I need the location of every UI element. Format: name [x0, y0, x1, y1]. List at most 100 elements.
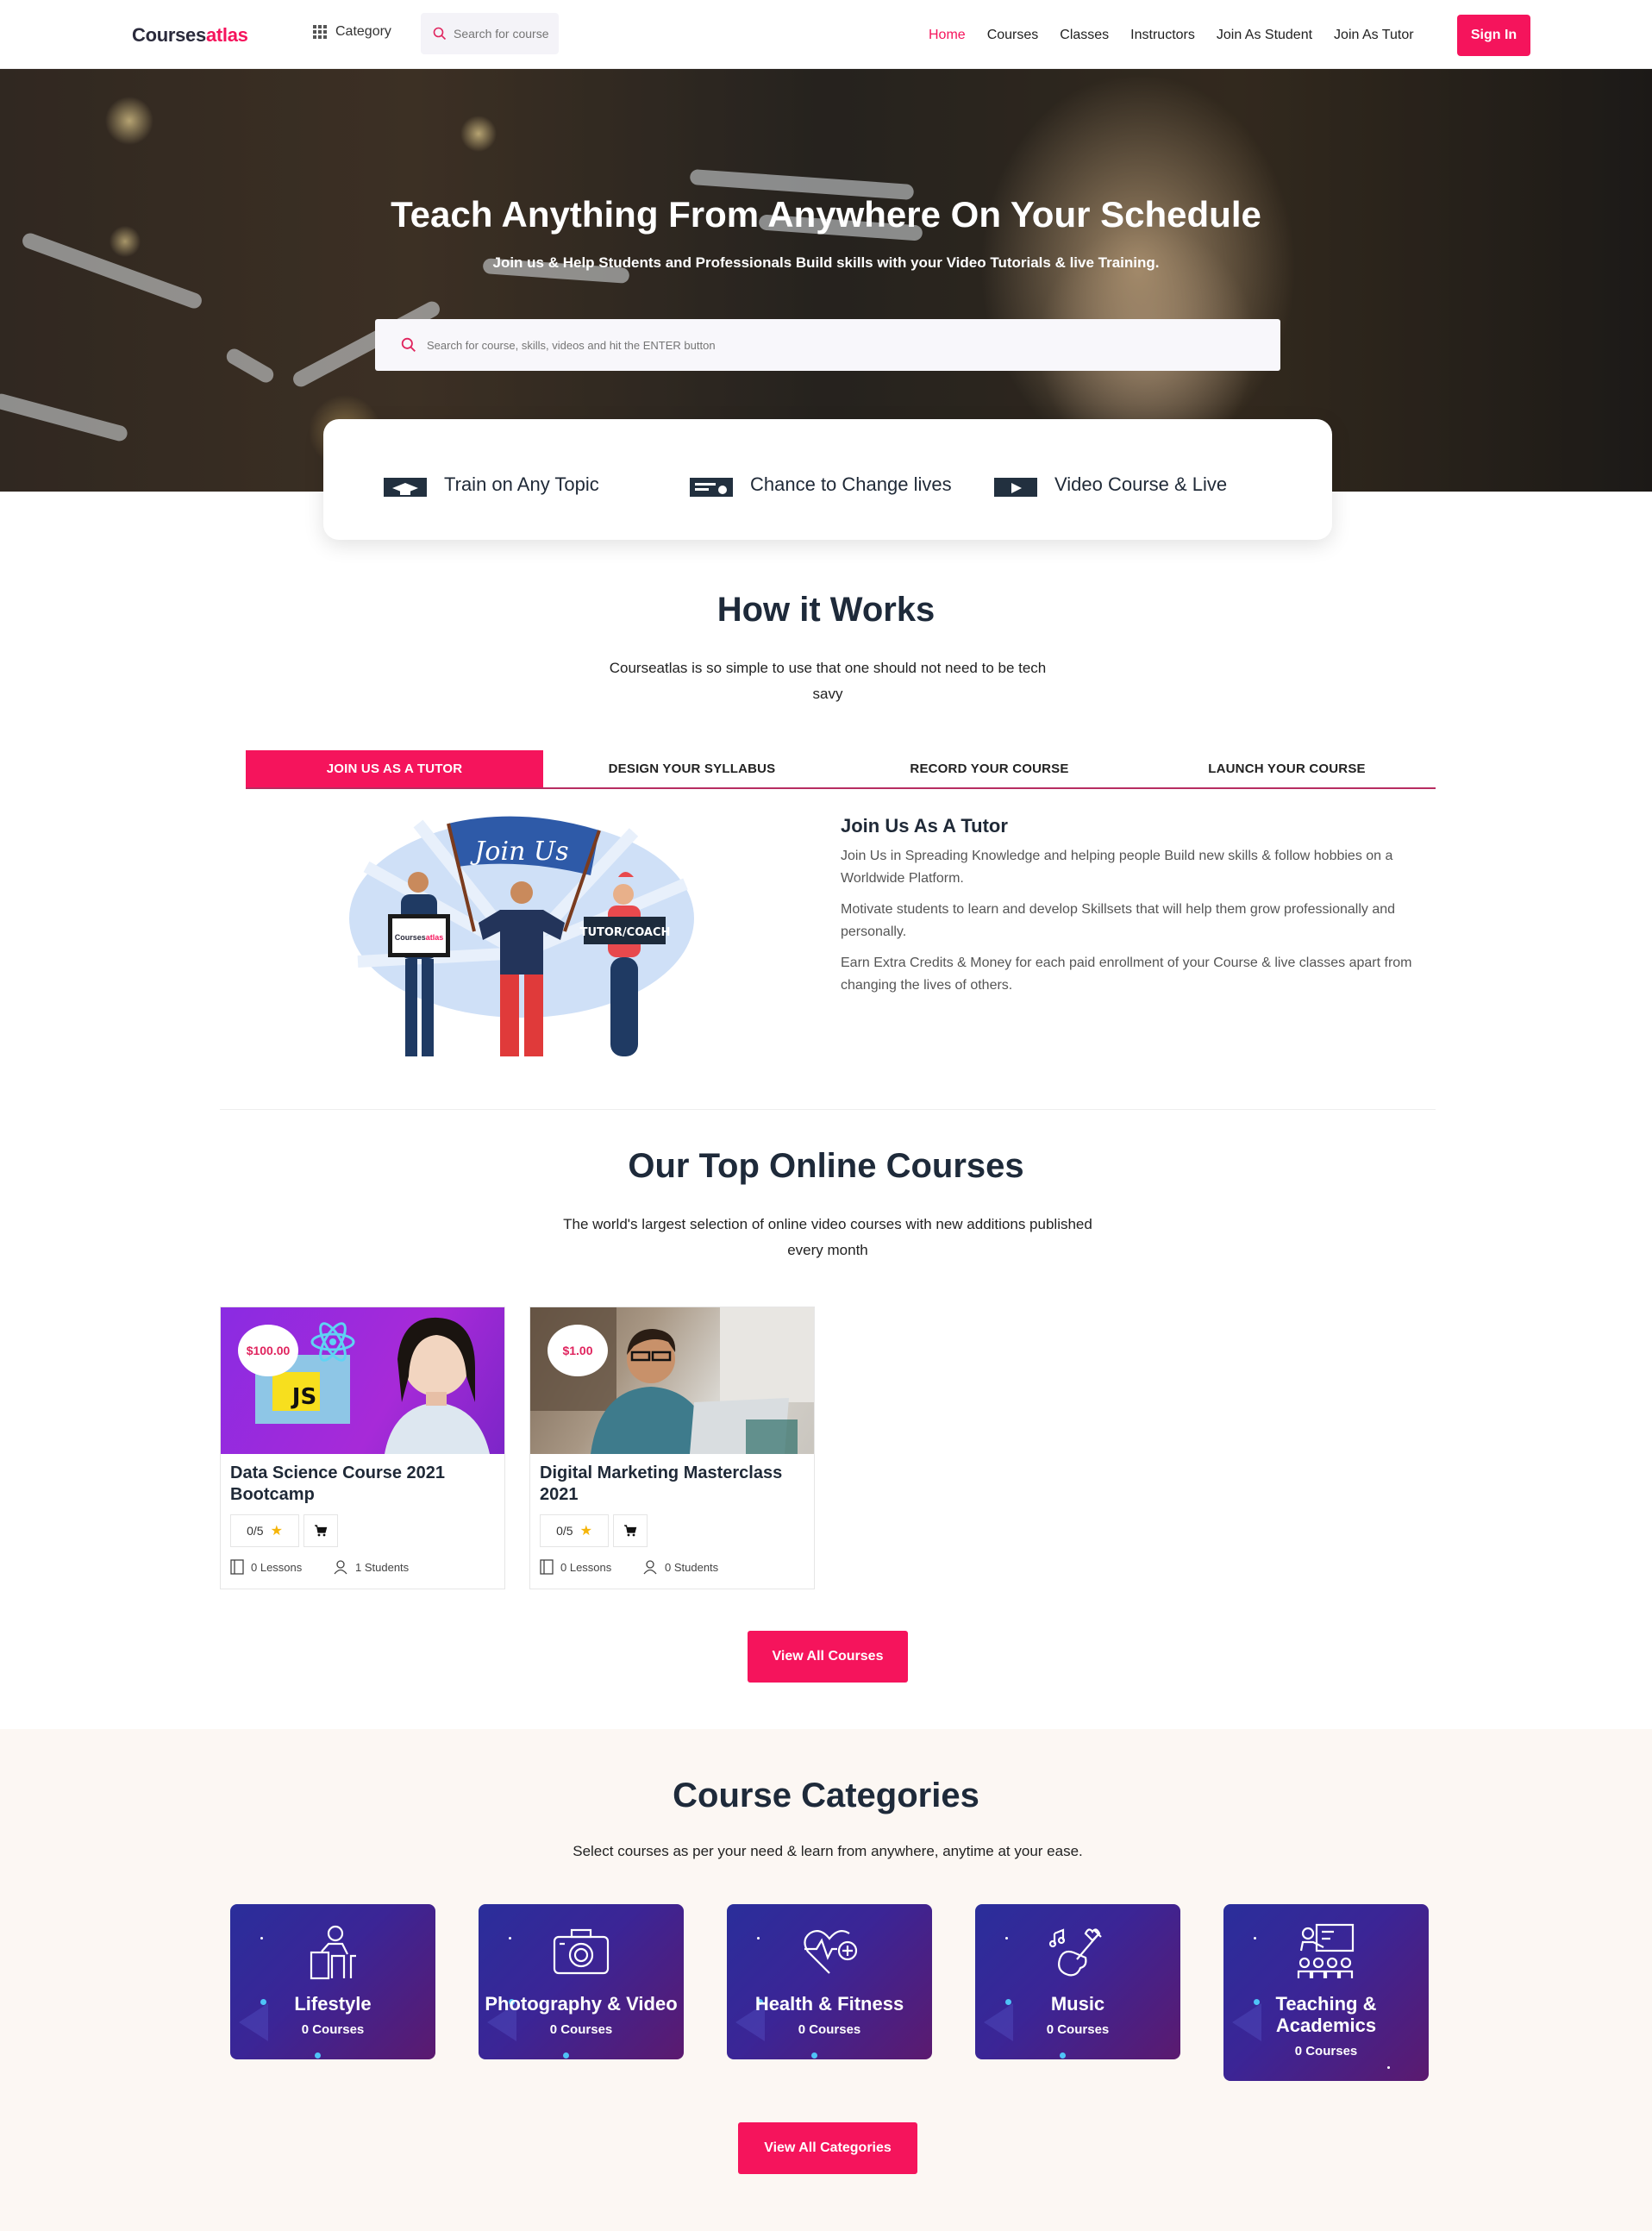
category-name-line: Academics [1275, 2015, 1377, 2036]
lessons-label: 0 Lessons [560, 1560, 612, 1574]
tab-join-as-tutor[interactable]: JOIN US AS A TUTOR [246, 750, 543, 787]
hero-search-box [375, 319, 1280, 371]
tab-design-syllabus[interactable]: DESIGN YOUR SYLLABUS [543, 750, 841, 787]
subtitle-line: every month [787, 1242, 868, 1258]
tutor-coach-sign-text: TUTOR/COACH [580, 926, 671, 939]
logo-text-main: Courses [132, 24, 206, 46]
category-label: Category [335, 24, 391, 39]
nav-link-instructors[interactable]: Instructors [1130, 28, 1195, 43]
decor-light-bar [0, 392, 129, 443]
add-to-cart-button[interactable] [303, 1514, 338, 1547]
user-icon [334, 1560, 347, 1575]
top-navbar: Coursesatlas Category Home Courses Class… [0, 0, 1652, 69]
tab-content-paragraph: Earn Extra Credits & Money for each paid… [841, 956, 1412, 993]
laptop-logo-text: Coursesatlas [395, 933, 444, 942]
course-rating: 0/5 ★ [230, 1514, 299, 1547]
category-count: 0 Courses [798, 2022, 861, 2037]
sign-in-button[interactable]: Sign In [1457, 15, 1530, 56]
laptop-logo-accent: atlas [426, 933, 444, 942]
decor-dot [811, 2052, 817, 2059]
students-label: 0 Students [665, 1560, 719, 1574]
book-icon [230, 1559, 244, 1575]
tab-record-course[interactable]: RECORD YOUR COURSE [841, 750, 1138, 787]
user-icon [643, 1560, 657, 1575]
category-name: Health & Fitness [754, 1993, 904, 2015]
main-nav: Home Courses Classes Instructors Join As… [929, 28, 1436, 43]
category-card-teaching-academics[interactable]: Teaching & Academics 0 Courses [1223, 1904, 1429, 2081]
js-badge-text: JS [291, 1384, 316, 1410]
category-count: 0 Courses [1046, 2022, 1110, 2037]
hero-search-input[interactable] [427, 338, 1203, 352]
logo-text-accent: atlas [205, 24, 248, 46]
tab-content-title: Join Us As A Tutor [841, 815, 1008, 837]
hero-subtitle: Join us & Help Students and Professional… [492, 254, 1160, 271]
add-to-cart-button[interactable] [613, 1514, 648, 1547]
heart-pulse-icon [804, 1929, 858, 1974]
students-count: 0 Students [642, 1559, 718, 1575]
category-dropdown[interactable]: Category [313, 24, 391, 40]
how-it-works-title: How it Works [716, 591, 936, 629]
decor-dot [1254, 1937, 1256, 1940]
how-it-works-tabs: JOIN US AS A TUTOR DESIGN YOUR SYLLABUS … [246, 750, 1436, 789]
book-icon [540, 1559, 554, 1575]
nav-link-join-student[interactable]: Join As Student [1217, 28, 1312, 43]
price-badge: $100.00 [238, 1325, 298, 1376]
cart-icon [315, 1525, 328, 1537]
category-name: Lifestyle [294, 1993, 372, 2015]
decor-dot [563, 2052, 569, 2059]
category-card-music[interactable]: Music 0 Courses [975, 1904, 1180, 2059]
category-card-health-fitness[interactable]: Health & Fitness 0 Courses [727, 1904, 932, 2059]
hero-title: Teach Anything From Anywhere On Your Sch… [391, 194, 1261, 235]
top-courses-title: Our Top Online Courses [628, 1147, 1024, 1185]
navbar-search-input[interactable] [454, 27, 548, 41]
tab-launch-course[interactable]: LAUNCH YOUR COURSE [1138, 750, 1436, 787]
category-name: Photography & Video [485, 1993, 678, 2015]
nav-link-home[interactable]: Home [929, 28, 966, 43]
rating-value: 0/5 [247, 1524, 264, 1538]
search-icon [433, 27, 447, 41]
course-card[interactable]: JS $100.00 Data Science Course 2021 Boot… [220, 1307, 505, 1589]
feature-item: Train on Any Topic [384, 473, 599, 497]
course-title[interactable]: Digital Marketing Masterclass 2021 [540, 1463, 798, 1506]
decor-dot [1060, 2052, 1066, 2059]
category-name-line: Teaching & [1275, 1993, 1377, 2015]
nav-link-classes[interactable]: Classes [1060, 28, 1109, 43]
category-count: 0 Courses [549, 2022, 613, 2037]
course-rating: 0/5 ★ [540, 1514, 609, 1547]
decor-dot [315, 2052, 321, 2059]
rating-value: 0/5 [556, 1524, 573, 1538]
decor-dot [1005, 1937, 1008, 1940]
price-badge: $1.00 [548, 1325, 608, 1376]
view-all-courses-button[interactable]: View All Courses [748, 1631, 908, 1683]
category-card-photography-video[interactable]: Photography & Video 0 Courses [479, 1904, 684, 2059]
students-count: 1 Students [333, 1559, 409, 1575]
feature-label: Train on Any Topic [444, 473, 599, 495]
feature-label: Video Course & Live [1054, 473, 1228, 495]
nav-link-join-tutor[interactable]: Join As Tutor [1334, 28, 1414, 43]
subtitle-line: Courseatlas is so simple to use that one… [609, 660, 1047, 676]
feature-label: Chance to Change lives [750, 473, 952, 495]
grid-icon [313, 25, 327, 39]
lessons-count: 0 Lessons [540, 1559, 611, 1575]
teacher-board-icon [1297, 1923, 1355, 1978]
feature-item: Video Course & Live [994, 473, 1227, 497]
course-title[interactable]: Data Science Course 2021 Bootcamp [230, 1463, 489, 1506]
tab-content-paragraph: Join Us in Spreading Knowledge and helpi… [841, 849, 1393, 886]
category-card-lifestyle[interactable]: Lifestyle 0 Courses [230, 1904, 435, 2059]
star-icon: ★ [270, 1524, 283, 1539]
course-thumbnail[interactable]: JS $100.00 [221, 1307, 504, 1454]
how-it-works-subtitle: Courseatlas is so simple to use that one… [569, 655, 1086, 707]
decor-light-bar [223, 346, 277, 385]
nav-link-courses[interactable]: Courses [987, 28, 1039, 43]
camera-icon [553, 1928, 610, 1975]
view-all-categories-button[interactable]: View All Categories [738, 2122, 917, 2174]
cart-icon [624, 1525, 637, 1537]
feature-highlights-card: Train on Any Topic Chance to Change live… [323, 419, 1332, 540]
lessons-label: 0 Lessons [251, 1560, 303, 1574]
banner-text: Join Us [469, 837, 568, 867]
laptop-logo-main: Courses [395, 933, 426, 942]
site-logo[interactable]: Coursesatlas [132, 24, 248, 47]
course-thumbnail[interactable]: $1.00 [530, 1307, 814, 1454]
course-card[interactable]: $1.00 Digital Marketing Masterclass 2021… [529, 1307, 815, 1589]
certificate-icon [690, 478, 733, 497]
